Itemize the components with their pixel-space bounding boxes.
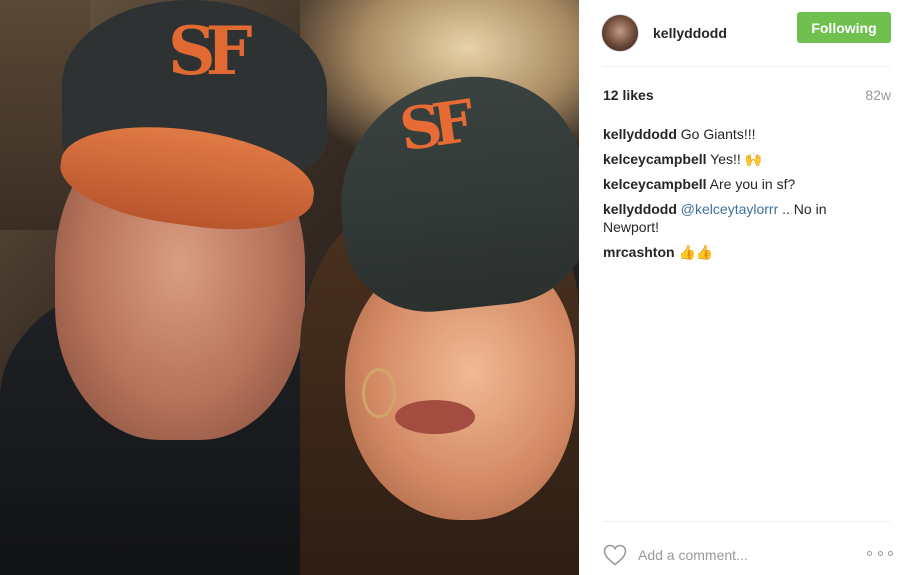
list-item: kellyddodd @kelceytaylorrr .. No in Newp… xyxy=(603,200,883,236)
post-side-panel: kellyddodd Following 12 likes 82w kellyd… xyxy=(579,0,906,575)
comment-username[interactable]: kellyddodd xyxy=(603,126,677,142)
post-photo[interactable]: SF SF xyxy=(0,0,579,575)
list-item: mrcashton 👍👍 xyxy=(603,243,883,261)
comment-username[interactable]: mrcashton xyxy=(603,244,675,260)
comment-text: 👍👍 xyxy=(678,244,714,260)
add-comment-input[interactable] xyxy=(638,545,858,565)
dot-icon xyxy=(888,550,893,556)
comment-footer xyxy=(579,522,906,575)
comment-text: Go Giants!!! xyxy=(680,126,756,142)
photo-person-right-lips xyxy=(395,400,475,434)
comment-mention-link[interactable]: @kelceytaylorrr xyxy=(681,201,778,217)
instagram-post: SF SF kellyddodd Following 12 likes 82w … xyxy=(0,0,906,575)
list-item: kellyddodd Go Giants!!! xyxy=(603,125,883,143)
comment-username[interactable]: kellyddodd xyxy=(603,201,677,217)
header-divider xyxy=(602,66,890,67)
comment-text: Yes!! 🙌 xyxy=(710,151,763,167)
author-username[interactable]: kellyddodd xyxy=(653,25,727,41)
avatar[interactable] xyxy=(601,14,639,52)
dot-icon xyxy=(877,550,883,556)
photo-cap-logo-right: SF xyxy=(395,87,470,165)
comment-username[interactable]: kelceycampbell xyxy=(603,176,707,192)
likes-count[interactable]: 12 likes xyxy=(603,87,654,103)
following-button[interactable]: Following xyxy=(797,12,891,43)
comment-list: kellyddodd Go Giants!!! kelceycampbell Y… xyxy=(603,125,883,268)
heart-icon[interactable] xyxy=(603,544,627,566)
comment-text: Are you in sf? xyxy=(709,176,796,192)
photo-cap-logo-left: SF xyxy=(168,12,252,90)
more-options-icon[interactable] xyxy=(867,546,893,560)
post-header: kellyddodd Following xyxy=(579,0,906,66)
dot-icon xyxy=(867,550,872,556)
list-item: kelceycampbell Yes!! 🙌 xyxy=(603,150,883,168)
photo-person-right-earring xyxy=(362,368,396,418)
post-time[interactable]: 82w xyxy=(865,87,891,103)
comment-username[interactable]: kelceycampbell xyxy=(603,151,707,167)
list-item: kelceycampbell Are you in sf? xyxy=(603,175,883,193)
